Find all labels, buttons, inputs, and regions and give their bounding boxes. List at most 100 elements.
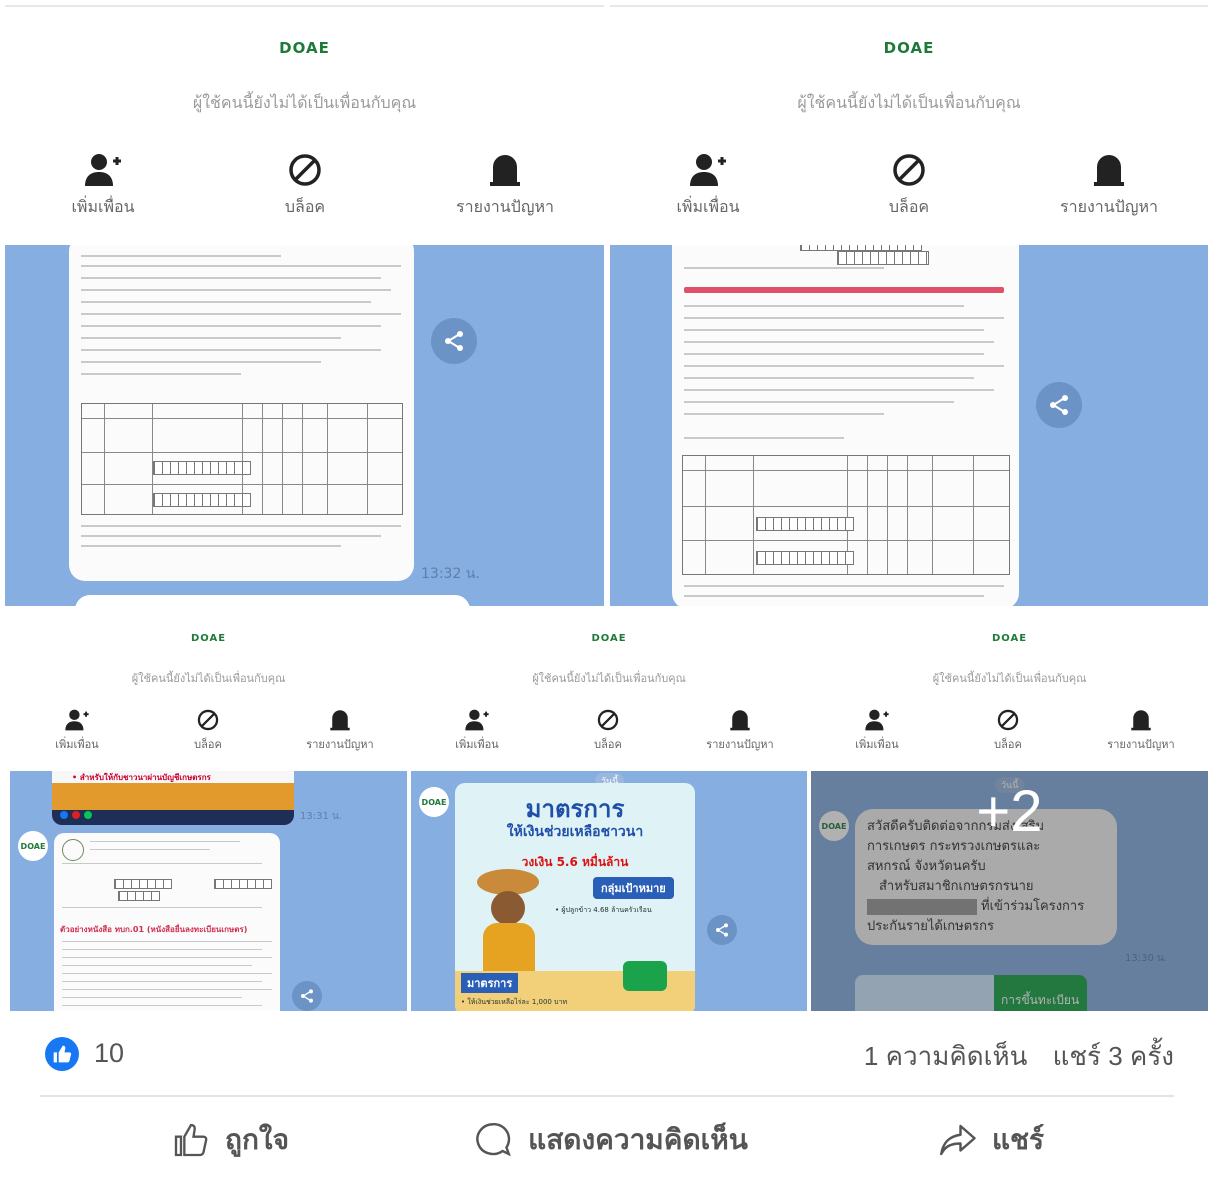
share-label: แชร์	[991, 1124, 1045, 1155]
add-friend-icon	[865, 709, 889, 731]
report-icon	[330, 710, 350, 731]
share-button[interactable]	[292, 981, 322, 1011]
share-icon	[301, 989, 313, 1003]
like-button[interactable]: ถูกใจ	[140, 1112, 320, 1168]
report-icon	[730, 710, 750, 731]
report-action: รายงานปัญหา	[300, 709, 380, 753]
block-label: บล็อค	[594, 738, 622, 751]
report-action: รายงานปัญหา	[1049, 153, 1169, 220]
add-friend-action: เพิ่มเพื่อน	[45, 709, 109, 753]
block-action: บล็อค	[976, 709, 1040, 753]
chat-area: • สำหรับให้กับชาวนาผ่านบัญชีเกษตรกร 13:3…	[10, 771, 407, 1011]
poster-image: มาตรการ ให้เงินช่วยเหลือชาวนา วงเงิน 5.6…	[455, 783, 695, 1011]
document-image	[672, 245, 1019, 606]
poster-measure: มาตรการ	[461, 973, 519, 993]
add-friend-label: เพิ่มเพื่อน	[676, 197, 740, 216]
message-time: 13:31 น.	[300, 811, 343, 822]
block-action: บล็อค	[859, 153, 959, 220]
report-label: รายงานปัญหา	[1107, 738, 1175, 751]
comment-label: แสดงความคิดเห็น	[528, 1124, 748, 1155]
report-icon	[1094, 155, 1124, 186]
report-label: รายงานปัญหา	[706, 738, 774, 751]
share-icon	[445, 331, 463, 351]
farmer-body	[483, 923, 535, 977]
block-icon	[597, 709, 619, 731]
report-icon	[1131, 710, 1151, 731]
doae-logo: DOAE	[190, 633, 227, 644]
comment-button[interactable]: แสดงความคิดเห็น	[440, 1112, 780, 1168]
photo-tile-1[interactable]: DOAE ผู้ใช้คนนี้ยังไม่ได้เป็นเพื่อนกับคุ…	[5, 5, 604, 606]
photo-grid: DOAE ผู้ใช้คนนี้ยังไม่ได้เป็นเพื่อนกับคุ…	[0, 0, 1208, 1012]
block-icon	[893, 154, 925, 186]
like-count[interactable]: 10	[94, 1038, 124, 1069]
block-label: บล็อค	[994, 738, 1022, 751]
wallet-graphic	[623, 961, 667, 991]
chat-area	[610, 245, 1208, 606]
document-title-highlight	[684, 287, 1004, 293]
report-icon	[490, 155, 520, 186]
add-friend-icon	[65, 709, 89, 731]
report-action: รายงานปัญหา	[700, 709, 780, 753]
banner-text: • สำหรับให้กับชาวนาผ่านบัญชีเกษตรกร	[72, 773, 211, 782]
avatar-logo: DOAE	[20, 841, 46, 851]
add-friend-label: เพิ่มเพื่อน	[855, 738, 899, 751]
sender-avatar: DOAE	[419, 787, 449, 817]
poster-line-1: • ผู้ปลูกข้าว 4.68 ล้านครัวเรือน	[555, 906, 652, 914]
share-count[interactable]: แชร์ 3 ครั้ง	[1053, 1041, 1174, 1071]
poster-line-2: • ให้เงินช่วยเหลือไร่ละ 1,000 บาท	[461, 998, 568, 1006]
post-stats: 1 ความคิดเห็น แชร์ 3 ครั้ง	[846, 1036, 1174, 1077]
like-label: ถูกใจ	[225, 1124, 289, 1155]
more-photos-count[interactable]: +2	[811, 778, 1208, 845]
block-icon	[197, 709, 219, 731]
add-friend-action: เพิ่มเพื่อน	[658, 153, 758, 220]
add-friend-action: เพิ่มเพื่อน	[845, 709, 909, 753]
farmer-face	[491, 891, 525, 925]
block-icon	[289, 154, 321, 186]
like-reaction-icon[interactable]	[45, 1037, 79, 1071]
not-friend-notice: ผู้ใช้คนนี้ยังไม่ได้เป็นเพื่อนกับคุณ	[131, 672, 286, 685]
document-title: ตัวอย่างหนังสือ ทบก.01 (หนังสือยื่นลงทะเ…	[60, 925, 248, 934]
like-icon	[53, 1045, 72, 1063]
add-friend-icon	[85, 154, 121, 186]
doae-logo: DOAE	[591, 633, 627, 644]
report-action: รายงานปัญหา	[1101, 709, 1181, 753]
doae-logo: DOAE	[991, 633, 1028, 644]
add-friend-icon	[690, 154, 726, 186]
block-icon	[997, 709, 1019, 731]
not-friend-notice: ผู้ใช้คนนี้ยังไม่ได้เป็นเพื่อนกับคุณ	[532, 672, 686, 685]
photo-tile-4[interactable]: DOAE ผู้ใช้คนนี้ยังไม่ได้เป็นเพื่อนกับคุ…	[411, 613, 807, 1011]
poster-target: กลุ่มเป้าหมาย	[593, 877, 674, 899]
footer-divider	[40, 1095, 1174, 1097]
block-label: บล็อค	[194, 738, 222, 751]
poster-amount: วงเงิน 5.6 หมื่นล้าน	[521, 855, 629, 869]
not-friend-notice: ผู้ใช้คนนี้ยังไม่ได้เป็นเพื่อนกับคุณ	[192, 93, 417, 112]
block-action: บล็อค	[576, 709, 640, 753]
comment-count[interactable]: 1 ความคิดเห็น	[864, 1041, 1028, 1071]
share-button[interactable]	[1036, 382, 1082, 428]
share-button[interactable]	[431, 318, 477, 364]
not-friend-notice: ผู้ใช้คนนี้ยังไม่ได้เป็นเพื่อนกับคุณ	[797, 93, 1021, 112]
add-friend-label: เพิ่มเพื่อน	[71, 197, 135, 216]
block-label: บล็อค	[888, 197, 930, 216]
share-button[interactable]	[707, 915, 737, 945]
report-label: รายงานปัญหา	[1059, 197, 1158, 216]
share-icon	[716, 923, 728, 937]
like-outline-icon	[174, 1123, 208, 1157]
add-friend-action: เพิ่มเพื่อน	[445, 709, 509, 753]
photo-tile-3[interactable]: DOAE ผู้ใช้คนนี้ยังไม่ได้เป็นเพื่อนกับคุ…	[10, 613, 407, 1011]
not-friend-notice: ผู้ใช้คนนี้ยังไม่ได้เป็นเพื่อนกับคุณ	[932, 672, 1087, 685]
report-label: รายงานปัญหา	[455, 197, 554, 216]
photo-tile-5[interactable]: DOAE ผู้ใช้คนนี้ยังไม่ได้เป็นเพื่อนกับคุ…	[811, 613, 1208, 1011]
share-icon	[1050, 395, 1068, 415]
share-post-button[interactable]: แชร์	[910, 1112, 1070, 1168]
block-action: บล็อค	[255, 153, 355, 220]
add-friend-label: เพิ่มเพื่อน	[55, 738, 99, 751]
document-image: ตัวอย่างหนังสือ ทบก.01 (หนังสือยื่นลงทะเ…	[54, 833, 280, 1011]
chat-area: วันนี้ DOAE มาตรการ ให้เงินช่วยเหลือชาวน…	[411, 771, 807, 1011]
comment-icon	[476, 1123, 512, 1157]
poster-subtitle: ให้เงินช่วยเหลือชาวนา	[506, 824, 644, 840]
chat-area: 13:32 น.	[5, 245, 604, 606]
divider	[610, 5, 1208, 7]
add-friend-icon	[465, 709, 489, 731]
photo-tile-2[interactable]: DOAE ผู้ใช้คนนี้ยังไม่ได้เป็นเพื่อนกับคุ…	[610, 5, 1208, 606]
